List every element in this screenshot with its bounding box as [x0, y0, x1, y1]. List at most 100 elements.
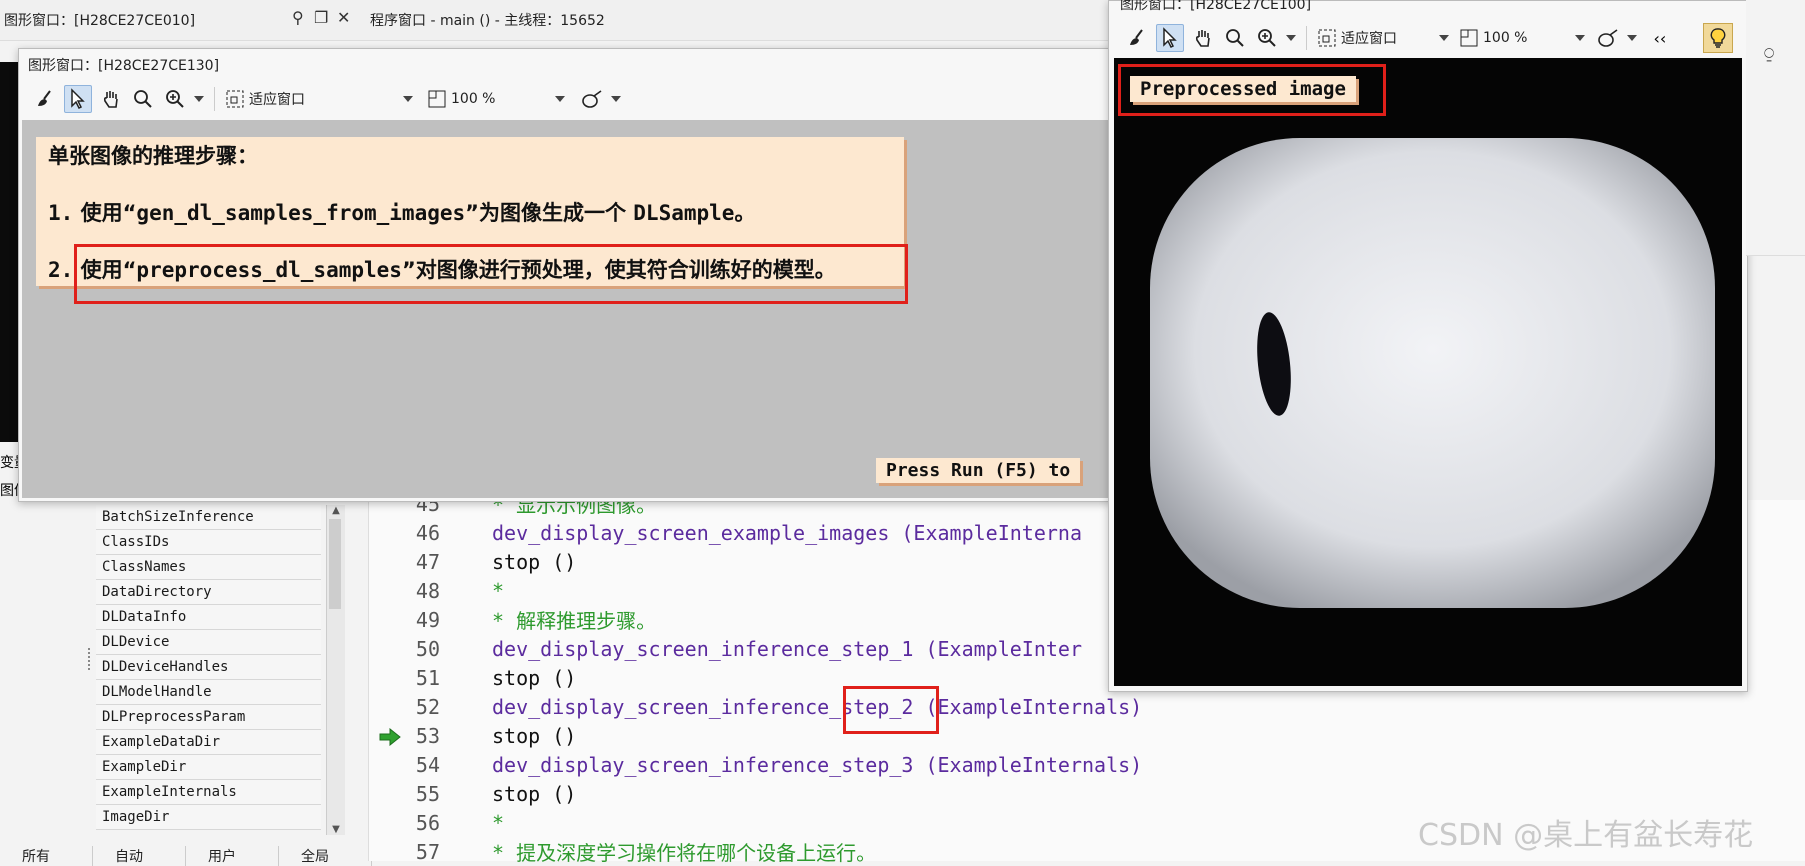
zoom-percent-caret[interactable]: [555, 96, 566, 102]
variable-item[interactable]: DLModelHandle: [96, 680, 321, 705]
variable-item[interactable]: ClassIDs: [96, 530, 321, 555]
more-tools-chevron[interactable]: ‹‹: [1653, 29, 1666, 48]
code-line[interactable]: 57 * 提及深度学习操作将在哪个设备上运行。: [380, 837, 876, 866]
code-line[interactable]: 52 dev_display_screen_inference_step_2 (E…: [380, 692, 1142, 721]
scroll-down-icon[interactable]: ▼: [327, 824, 345, 835]
code-text: * 解释推理步骤。: [492, 609, 657, 633]
preprocessed-image-canvas: [1114, 58, 1742, 686]
pan-hand-icon[interactable]: [98, 86, 124, 112]
zoom-percent-icon: [428, 90, 446, 108]
highlight-image-label: [1118, 64, 1386, 116]
variable-item[interactable]: ImageDir: [96, 805, 321, 830]
instruction-step-1: 1. 使用“gen_dl_samples_from_images”为图像生成一个…: [48, 197, 755, 227]
code-text: stop (): [492, 781, 577, 806]
scroll-up-icon[interactable]: ▲: [327, 505, 345, 516]
scroll-thumb[interactable]: [329, 519, 341, 609]
fit-dropdown-caret[interactable]: [1439, 35, 1449, 41]
code-text: *: [492, 810, 505, 835]
pointer-icon[interactable]: [1156, 24, 1184, 52]
variable-item[interactable]: BatchSizeInference: [96, 505, 321, 530]
back-graphics-window-title: 图形窗口：[H28CE27CE010]: [4, 13, 196, 29]
code-text: stop (): [492, 723, 577, 748]
code-line[interactable]: 55 stop (): [380, 779, 576, 808]
step1-text-c: 。: [734, 201, 756, 225]
graphics-window-130-title: 图形窗口：[H28CE27CE130]: [28, 58, 220, 74]
step2-number: 2.: [48, 258, 74, 282]
fit-dropdown-caret[interactable]: [403, 96, 413, 102]
code-line[interactable]: 54 dev_display_screen_inference_step_3 (E…: [380, 750, 1142, 779]
fit-window-icon: [226, 90, 244, 108]
graphics-window-100-title: 图形窗口：[H28CE27CE100]: [1120, 0, 1312, 13]
code-line[interactable]: 47 stop (): [380, 547, 576, 576]
lightbulb-icon[interactable]: [1703, 23, 1733, 53]
code-text: stop (): [492, 665, 577, 690]
zoom-dropdown-caret[interactable]: [194, 96, 204, 102]
fit-window-icon: [1318, 29, 1336, 47]
scope-tab[interactable]: 全局: [279, 846, 372, 866]
zoom-percent-icon: [1460, 29, 1478, 47]
shape-dropdown-caret[interactable]: [1627, 35, 1638, 41]
zoom-percent-combo[interactable]: 100 %: [1459, 28, 1586, 48]
variable-scope-tabs: 所有 自动 用户 全局: [0, 846, 372, 866]
pill-image: [1150, 138, 1715, 608]
pan-hand-icon[interactable]: [1190, 25, 1216, 51]
magnify-icon[interactable]: [1222, 25, 1248, 51]
highlight-step-2: [74, 244, 908, 304]
program-window-title: 程序窗口 - main () - 主线程：15652: [370, 13, 605, 29]
code-line[interactable]: 50 dev_display_screen_inference_step_1 (E…: [380, 634, 1082, 663]
code-line[interactable]: 48 *: [380, 576, 504, 605]
right-panel-tool-icon[interactable]: ⍜: [1764, 44, 1774, 64]
code-line[interactable]: 49 * 解释推理步骤。: [380, 605, 656, 634]
step1-code: gen_dl_samples_from_images: [136, 201, 466, 225]
scope-tab[interactable]: 所有: [0, 846, 93, 866]
code-line[interactable]: 53 stop (): [380, 721, 576, 750]
code-text: dev_display_screen_inference_step_3 (Exa…: [492, 752, 1143, 777]
zoom-in-icon[interactable]: [162, 86, 188, 112]
variable-item[interactable]: DLPreprocessParam: [96, 705, 321, 730]
variable-list-scrollbar[interactable]: ▲ ▼: [326, 505, 345, 835]
variable-item[interactable]: DLDataInfo: [96, 605, 321, 630]
line-number: 46: [415, 520, 440, 545]
fit-window-label: 适应窗口: [249, 92, 305, 108]
variable-item[interactable]: DLDevice: [96, 630, 321, 655]
scope-tab[interactable]: 用户: [186, 846, 279, 866]
scope-tab[interactable]: 自动: [93, 846, 186, 866]
variable-item[interactable]: DataDirectory: [96, 580, 321, 605]
step1-text-a: 使用“: [80, 201, 137, 225]
draw-shape-icon[interactable]: [1595, 25, 1621, 51]
close-icon[interactable]: ✕: [337, 8, 350, 27]
magnify-icon[interactable]: [130, 86, 156, 112]
graphics-window-100-toolbar: 适应窗口 100 % ‹‹: [1124, 24, 1666, 52]
fit-window-combo[interactable]: 适应窗口: [225, 89, 413, 109]
code-text: dev_display_screen_example_images (Examp…: [492, 520, 1083, 545]
code-line[interactable]: 46 dev_display_screen_example_images (Exa…: [380, 518, 1082, 547]
code-line[interactable]: 51 stop (): [380, 663, 576, 692]
zoom-percent-label: 100 %: [1483, 30, 1528, 46]
restore-icon[interactable]: ❐: [314, 8, 328, 27]
variable-item[interactable]: ExampleInternals: [96, 780, 321, 805]
zoom-percent-combo[interactable]: 100 %: [427, 89, 566, 109]
variable-item[interactable]: ExampleDir: [96, 755, 321, 780]
draw-shape-icon[interactable]: [579, 86, 605, 112]
watermark: CSDN @桌上有盆长寿花: [1418, 818, 1754, 853]
line-number: 56: [415, 810, 440, 835]
graphics-window-130-toolbar: 适应窗口 100 %: [32, 85, 622, 113]
instruction-heading: 单张图像的推理步骤：: [48, 144, 258, 168]
shape-dropdown-caret[interactable]: [611, 96, 622, 102]
pointer-icon[interactable]: [64, 85, 92, 113]
code-line[interactable]: 56 *: [380, 808, 504, 837]
clear-brush-icon[interactable]: [32, 86, 58, 112]
variable-item[interactable]: ClassNames: [96, 555, 321, 580]
step1-number: 1.: [48, 201, 74, 225]
variable-item[interactable]: ExampleDataDir: [96, 730, 321, 755]
panel-splitter[interactable]: [88, 648, 94, 670]
clear-brush-icon[interactable]: [1124, 25, 1150, 51]
highlight-step2: [843, 686, 939, 734]
step1-text-b: ”为图像生成一个: [465, 201, 626, 225]
zoom-in-icon[interactable]: [1254, 25, 1280, 51]
zoom-percent-caret[interactable]: [1575, 35, 1586, 41]
zoom-dropdown-caret[interactable]: [1286, 35, 1296, 41]
fit-window-combo[interactable]: 适应窗口: [1317, 28, 1449, 48]
variable-item[interactable]: DLDeviceHandles: [96, 655, 321, 680]
pin-icon[interactable]: ⚲: [292, 8, 304, 27]
